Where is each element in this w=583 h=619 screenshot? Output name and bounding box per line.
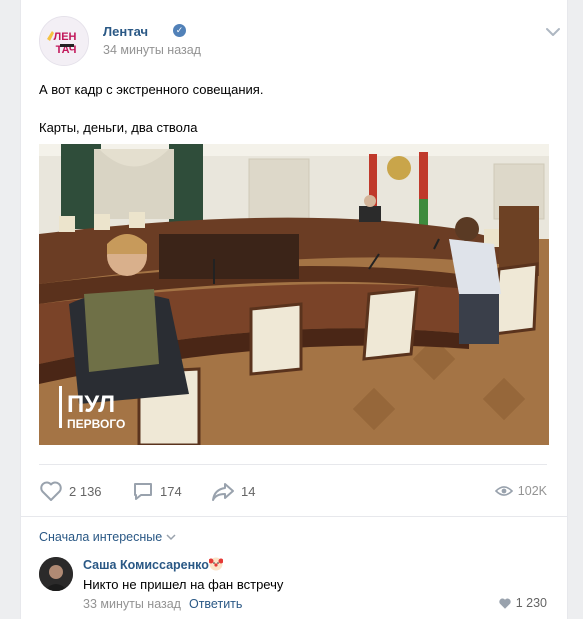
post-text: А вот кадр с экстренного совещания. Карт… [39, 80, 549, 137]
share-arrow-icon [212, 483, 234, 501]
divider [39, 464, 547, 465]
comment-button[interactable]: 174 [132, 478, 182, 504]
svg-text:ЛЕН: ЛЕН [54, 31, 77, 43]
comment-text: Никто не пришел на фан встречу [83, 577, 284, 592]
comment-like-button[interactable]: 1 230 [498, 596, 547, 610]
watermark-text: ПУЛ [67, 391, 115, 418]
post-time[interactable]: 34 минуты назад [103, 43, 201, 57]
like-button[interactable]: 2 136 [39, 478, 102, 504]
post-card: ЛЕН ТАЧ Лентач ✓ 34 минуты назад А вот к… [20, 0, 568, 619]
chevron-down-icon[interactable] [545, 26, 561, 38]
comment-meta: 33 минуты назад Ответить [83, 597, 242, 611]
comment-icon [134, 483, 152, 500]
divider [21, 516, 567, 517]
comment-time[interactable]: 33 минуты назад [83, 597, 181, 611]
clown-emoji-icon [209, 557, 223, 571]
shares-count: 14 [241, 483, 256, 499]
likes-count: 2 136 [69, 483, 102, 499]
reply-button[interactable]: Ответить [189, 597, 242, 611]
chevron-down-icon [166, 534, 176, 541]
watermark-subtext: ПЕРВОГО [67, 417, 125, 431]
comment-likes-count: 1 230 [515, 596, 547, 610]
comments-count: 174 [160, 483, 182, 499]
post-header: ЛЕН ТАЧ Лентач ✓ 34 минуты назад [39, 16, 567, 68]
post-author[interactable]: Лентач [103, 24, 148, 39]
comments-sort-dropdown[interactable]: Сначала интересные [39, 530, 176, 544]
eye-icon [494, 486, 513, 496]
post-text-line: А вот кадр с экстренного совещания. [39, 82, 264, 97]
heart-icon [499, 598, 511, 609]
community-avatar[interactable]: ЛЕН ТАЧ [39, 16, 89, 66]
comment-author[interactable]: Саша Комиссаренко [83, 558, 209, 572]
commenter-avatar[interactable] [39, 557, 73, 591]
post-photo[interactable]: ПУЛ ПЕРВОГО [39, 144, 549, 445]
share-button[interactable]: 14 [211, 478, 255, 504]
heart-icon [40, 481, 62, 501]
views-counter: 102K [494, 478, 547, 504]
lentach-logo-icon: ЛЕН ТАЧ [40, 17, 88, 65]
post-actions: 2 136 174 14 102K [39, 478, 547, 504]
views-count: 102K [517, 484, 547, 498]
verified-check-icon: ✓ [173, 24, 186, 37]
sort-label: Сначала интересные [39, 530, 163, 544]
comment: Саша Комиссаренко Никто не пришел на фан… [39, 557, 547, 617]
post-text-line: Карты, деньги, два ствола [39, 120, 198, 135]
